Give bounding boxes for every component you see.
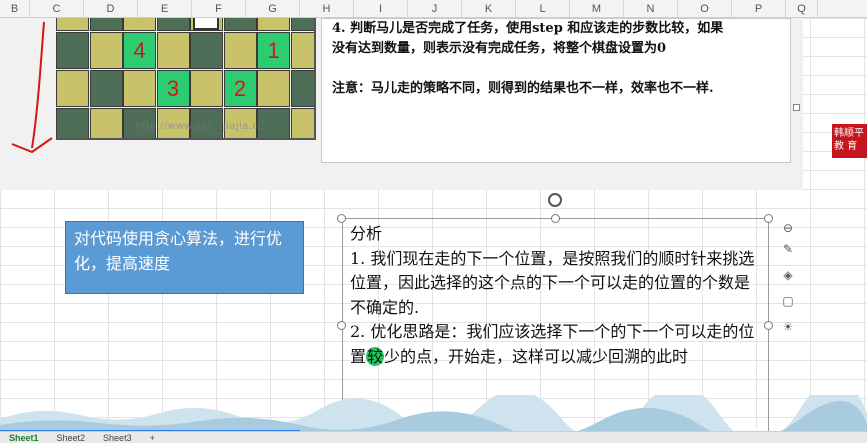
chess-square <box>190 70 223 107</box>
add-sheet-button[interactable]: + <box>141 433 164 443</box>
chess-square <box>56 70 89 107</box>
analysis-point-1: 1. 我们现在走的下一个位置，是按照我们的顺时针来挑选位置，因此选择的这个点的下… <box>350 248 755 317</box>
chess-square <box>89 32 123 69</box>
cursor-highlight: 较 <box>366 346 385 366</box>
chess-square-labeled: 1 <box>257 32 290 69</box>
chess-square <box>56 108 89 138</box>
column-header-i[interactable]: I <box>354 0 408 18</box>
rotate-handle-icon[interactable] <box>548 193 562 207</box>
note-line: 没有达到数量，则表示没有完成任务，将整个棋盘设置为0 <box>332 41 667 56</box>
column-header-d[interactable]: D <box>84 0 138 18</box>
chess-square <box>156 32 190 69</box>
watermark-text: http://www.cai...jiajia.c... <box>136 121 271 132</box>
column-header-n[interactable]: N <box>624 0 678 18</box>
chess-square <box>190 32 223 69</box>
chess-square <box>257 70 290 107</box>
chess-square <box>290 70 314 107</box>
analysis-title: 分析 <box>350 224 383 243</box>
greedy-optimization-box[interactable]: 对代码使用贪心算法，进行优化，提高速度 <box>65 221 304 294</box>
column-header-c[interactable]: C <box>30 0 84 18</box>
pen-icon[interactable]: ✎ <box>779 240 797 258</box>
chess-square <box>290 108 314 138</box>
outline-icon[interactable]: ▢ <box>779 292 797 310</box>
landscape-decoration <box>0 395 867 431</box>
chess-square <box>290 32 314 69</box>
resize-handle[interactable] <box>551 214 560 223</box>
resize-handle[interactable] <box>337 321 346 330</box>
resize-handle[interactable] <box>764 321 773 330</box>
chess-square <box>89 18 123 31</box>
resize-handle[interactable] <box>793 104 800 111</box>
column-header-f[interactable]: F <box>192 0 246 18</box>
column-header-o[interactable]: O <box>678 0 732 18</box>
chess-square-labeled: 4 <box>123 32 156 69</box>
chess-square <box>257 18 290 31</box>
chess-square <box>89 108 123 138</box>
resize-handle[interactable] <box>337 214 346 223</box>
column-header-e[interactable]: E <box>138 0 192 18</box>
chess-square-labeled: 3 <box>156 70 190 107</box>
column-header-h[interactable]: H <box>300 0 354 18</box>
chess-square <box>89 70 123 107</box>
sheet-tab-sheet1[interactable]: Sheet1 <box>0 433 48 443</box>
chess-square <box>56 32 89 69</box>
sheet-tab-sheet3[interactable]: Sheet3 <box>94 433 141 443</box>
chess-square <box>56 18 89 31</box>
horse-icon <box>193 18 219 30</box>
bulb-icon[interactable]: ☀ <box>779 318 797 336</box>
chess-square-labeled: 2 <box>223 70 257 107</box>
analysis-point-2: 2. 优化思路是：我们应该选择下一个的下一个可以走的位置较少的点，开始走，这样可… <box>350 322 755 366</box>
chess-square <box>156 18 190 31</box>
chess-square <box>123 18 156 31</box>
column-header-m[interactable]: M <box>570 0 624 18</box>
column-header-l[interactable]: L <box>516 0 570 18</box>
brand-logo: 韩顺平 教 育 <box>832 124 867 158</box>
chess-square <box>223 18 257 31</box>
sheet-tab-bar: Sheet1 Sheet2 Sheet3 + <box>0 431 867 443</box>
column-header-g[interactable]: G <box>246 0 300 18</box>
column-header-p[interactable]: P <box>732 0 786 18</box>
column-header-b[interactable]: B <box>0 0 30 18</box>
step-note-box[interactable]: 4. 判断马儿是否完成了任务，使用step 和应该走的步数比较，如果 没有达到数… <box>321 18 791 163</box>
resize-handle[interactable] <box>764 214 773 223</box>
chess-square <box>123 70 156 107</box>
column-header-bar: BCDEFGHIJKLMNOPQ <box>0 0 867 18</box>
note-line: 注意：马儿走的策略不同，则得到的结果也不一样，效率也不一样. <box>332 81 714 96</box>
fill-icon[interactable]: ◈ <box>779 266 797 284</box>
chess-square <box>223 32 257 69</box>
chess-square <box>290 18 314 31</box>
column-header-k[interactable]: K <box>462 0 516 18</box>
collapse-icon[interactable]: ⊖ <box>779 219 797 237</box>
red-arrow-annotation <box>11 21 53 154</box>
sheet-tab-sheet2[interactable]: Sheet2 <box>48 433 95 443</box>
column-header-j[interactable]: J <box>408 0 462 18</box>
note-line: 4. 判断马儿是否完成了任务，使用step 和应该走的步数比较，如果 <box>332 21 724 36</box>
column-header-q[interactable]: Q <box>786 0 818 18</box>
